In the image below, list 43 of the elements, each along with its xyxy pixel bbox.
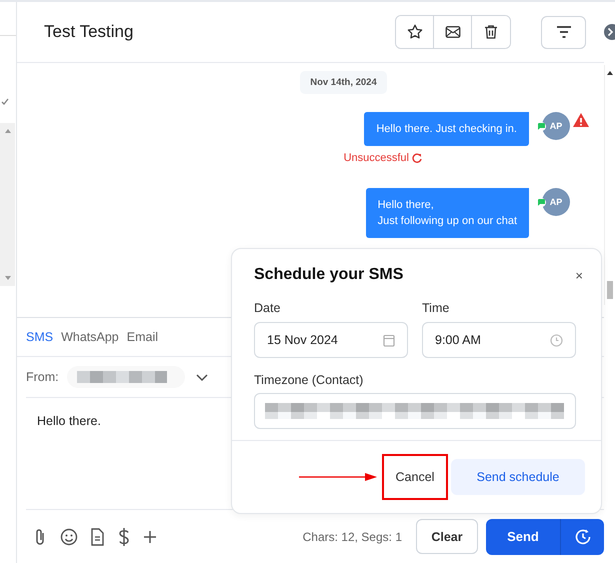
conversation-title: Test Testing — [44, 22, 134, 42]
date-label: Date — [254, 301, 282, 315]
sms-icon — [537, 122, 546, 131]
message-bubble: Hello there, Just following up on our chat — [366, 188, 529, 238]
error-status[interactable]: Unsuccessful — [344, 152, 422, 164]
check-icon — [1, 98, 9, 105]
time-label: Time — [422, 301, 450, 315]
scrollbar-thumb[interactable] — [606, 281, 612, 299]
clear-button[interactable]: Clear — [416, 519, 478, 554]
envelope-icon[interactable] — [444, 23, 462, 41]
timezone-field[interactable] — [254, 393, 576, 429]
time-field[interactable]: 9:00 AM — [422, 322, 576, 358]
character-counter: Chars: 12, Segs: 1 — [302, 530, 402, 544]
star-icon[interactable] — [406, 23, 424, 41]
retry-icon[interactable] — [412, 153, 422, 163]
channel-tab[interactable]: WhatsApp — [61, 330, 119, 344]
filter-icon[interactable] — [554, 25, 572, 39]
collapse-icon[interactable] — [604, 24, 615, 40]
dollar-icon[interactable] — [117, 526, 131, 546]
message-bubble: Hello there. Just checking in. — [364, 112, 529, 146]
date-field[interactable]: 15 Nov 2024 — [254, 322, 408, 358]
trash-icon[interactable] — [482, 23, 500, 41]
channel-tab[interactable]: SMS — [26, 330, 54, 344]
avatar: AP — [542, 112, 570, 140]
schedule-button[interactable] — [561, 518, 604, 554]
filter-button[interactable] — [541, 16, 586, 48]
plus-icon[interactable] — [143, 530, 157, 544]
avatar: AP — [542, 188, 570, 216]
send-button[interactable]: Send — [486, 518, 561, 554]
close-button[interactable]: × — [571, 268, 587, 282]
cancel-button[interactable]: Cancel — [382, 454, 448, 500]
send-schedule-button[interactable]: Send schedule — [451, 459, 585, 495]
sms-icon — [537, 198, 546, 207]
from-label: From: — [26, 370, 59, 384]
timezone-label: Timezone (Contact) — [254, 373, 364, 387]
document-icon[interactable] — [90, 528, 105, 546]
scrollbar[interactable] — [604, 65, 614, 305]
scroll-up-icon[interactable] — [606, 70, 614, 76]
emoji-icon[interactable] — [60, 528, 78, 546]
dialog-title: Schedule your SMS — [254, 266, 404, 284]
star-button[interactable] — [396, 16, 434, 48]
chevron-down-icon[interactable] — [194, 372, 209, 382]
channel-tab[interactable]: Email — [126, 330, 158, 344]
